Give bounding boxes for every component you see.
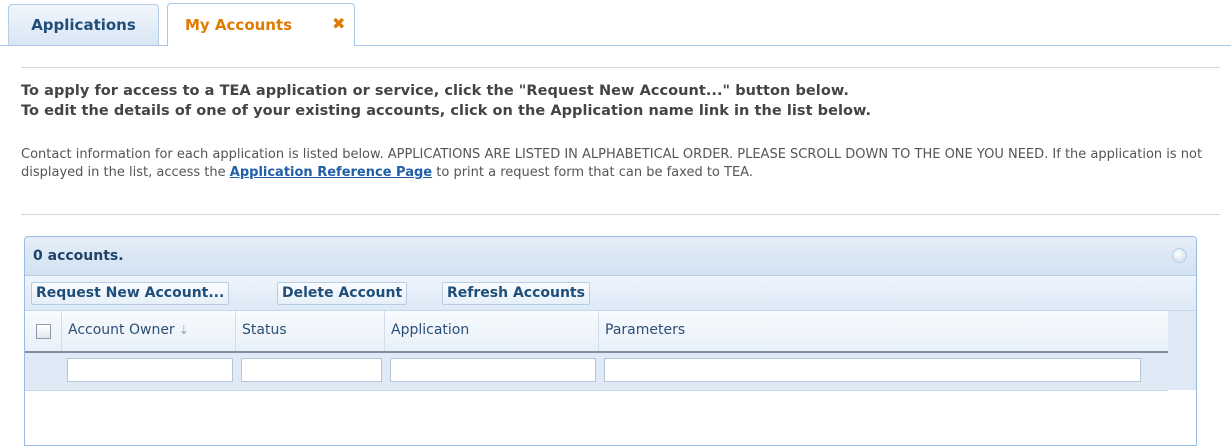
column-parameters-label: Parameters <box>605 322 686 338</box>
tab-bar: Applications My Accounts ✖ <box>0 0 1231 46</box>
grid-filter-row <box>25 353 1168 391</box>
column-status-label: Status <box>242 322 287 338</box>
tab-my-accounts-label: My Accounts <box>185 16 293 34</box>
accounts-grid-panel: 0 accounts. Request New Account... Delet… <box>24 236 1197 446</box>
grid-header: 0 accounts. <box>25 237 1196 276</box>
delete-account-button[interactable]: Delete Account <box>277 282 408 305</box>
select-all-checkbox[interactable] <box>36 324 51 339</box>
refresh-accounts-button[interactable]: Refresh Accounts <box>442 282 590 305</box>
column-application[interactable]: Application <box>385 311 599 351</box>
filter-application-input[interactable] <box>390 358 596 382</box>
collapse-tool-icon[interactable] <box>1172 248 1187 263</box>
filter-account-owner-input[interactable] <box>67 358 233 382</box>
grid-column-header: Account Owner ⇣ Status Application Parame… <box>25 311 1168 353</box>
top-divider <box>21 67 1220 68</box>
select-all-column <box>25 311 62 351</box>
request-new-account-button[interactable]: Request New Account... <box>31 282 230 305</box>
column-status[interactable]: Status <box>236 311 385 351</box>
close-icon[interactable]: ✖ <box>332 14 345 33</box>
instruction-line-1: To apply for access to a TEA application… <box>21 83 849 99</box>
grid-toolbar: Request New Account... Delete Account Re… <box>25 276 1196 311</box>
account-count: 0 accounts. <box>33 248 124 264</box>
application-reference-link[interactable]: Application Reference Page <box>230 165 432 180</box>
column-account-owner-label: Account Owner ⇣ <box>68 322 189 338</box>
column-parameters[interactable]: Parameters <box>599 311 1168 351</box>
middle-divider <box>21 214 1220 215</box>
column-application-label: Application <box>391 322 470 338</box>
tab-applications[interactable]: Applications <box>8 4 159 45</box>
contact-info-paragraph: Contact information for each application… <box>21 146 1221 182</box>
column-account-owner[interactable]: Account Owner ⇣ <box>62 311 236 351</box>
tab-applications-label: Applications <box>31 16 136 34</box>
contact-info-text-end: to print a request form that can be faxe… <box>432 165 753 180</box>
grid-scrollbar-gutter <box>1168 311 1196 390</box>
filter-parameters-input[interactable] <box>604 358 1141 382</box>
filter-status-input[interactable] <box>241 358 382 382</box>
instruction-line-2: To edit the details of one of your exist… <box>21 103 872 119</box>
sort-icon[interactable]: ⇣ <box>179 323 189 337</box>
account-owner-text: Account Owner <box>68 322 175 338</box>
tab-my-accounts[interactable]: My Accounts ✖ <box>167 3 355 46</box>
